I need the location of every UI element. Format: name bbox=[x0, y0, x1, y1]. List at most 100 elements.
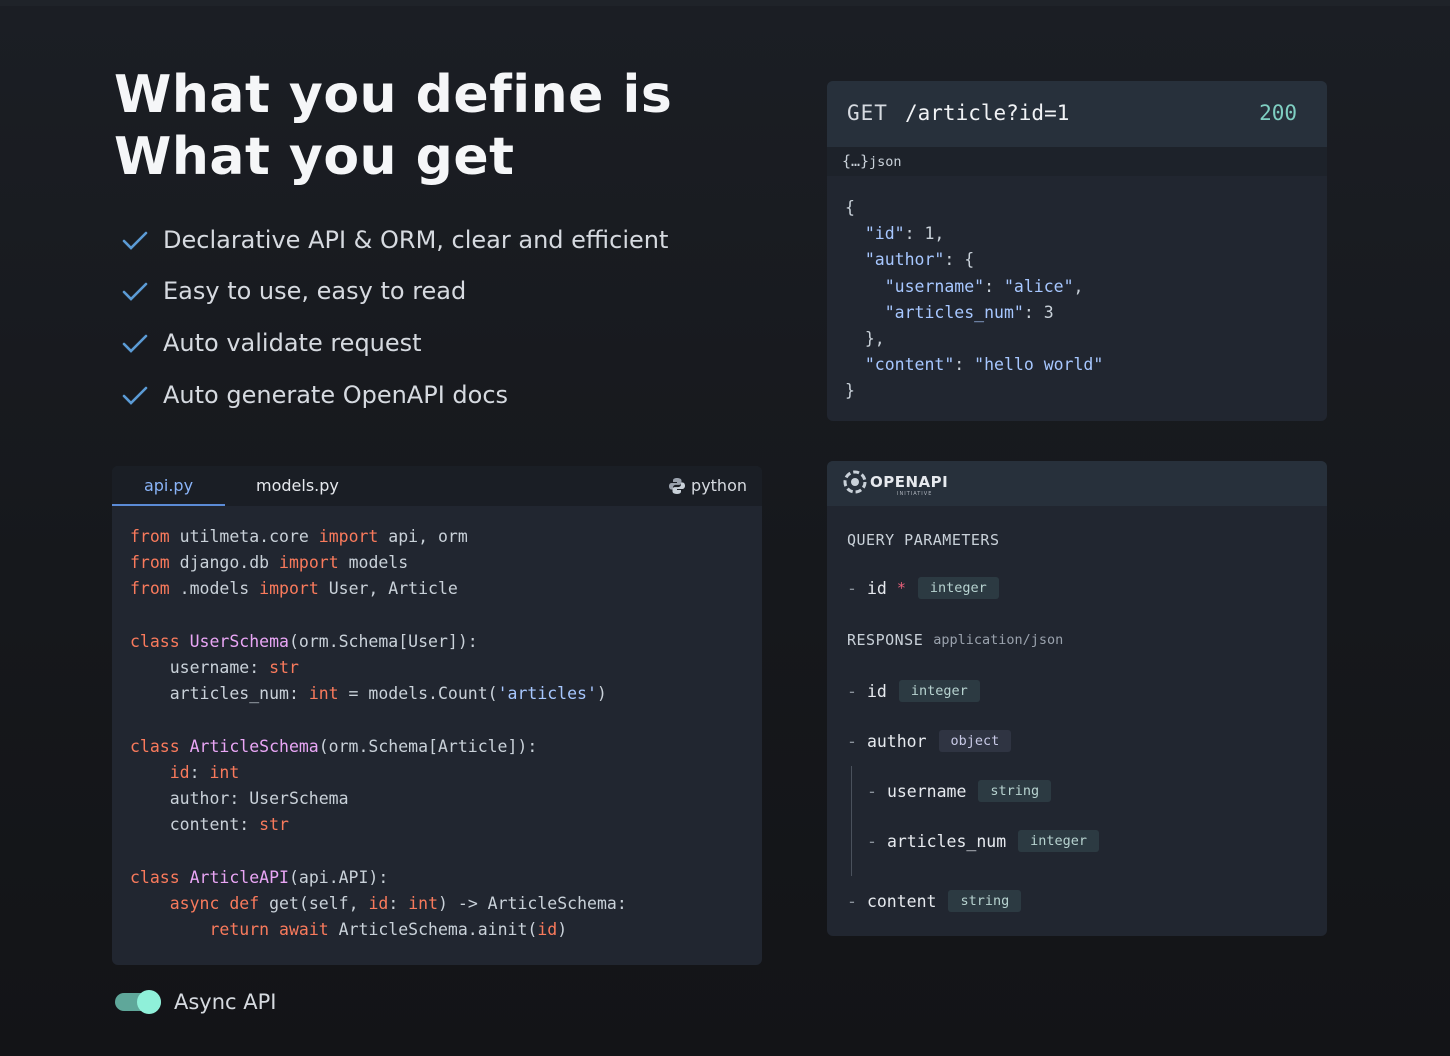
openapi-logo-icon bbox=[843, 470, 867, 494]
code-token: id bbox=[368, 893, 389, 913]
tab-models-py[interactable]: models.py bbox=[256, 466, 339, 506]
code-tab-bar: api.py models.py python bbox=[112, 466, 762, 506]
code-token: ) bbox=[596, 684, 607, 704]
type-badge: string bbox=[948, 890, 1022, 912]
type-badge: integer bbox=[898, 680, 980, 702]
field-row-username: - username string bbox=[867, 780, 1052, 802]
json-token: { bbox=[845, 198, 855, 217]
code-token: import bbox=[259, 579, 319, 599]
code-token: str bbox=[259, 815, 289, 835]
json-token: }, bbox=[864, 329, 885, 349]
code-token: from bbox=[130, 579, 170, 599]
code-token: 'articles' bbox=[497, 684, 597, 704]
code-token: ArticleSchema.ainit( bbox=[328, 920, 538, 940]
json-value: "alice" bbox=[1003, 276, 1074, 296]
dash: - bbox=[847, 891, 857, 911]
feature-item: Auto generate OpenAPI docs bbox=[122, 369, 668, 421]
dash: - bbox=[847, 578, 857, 598]
code-token: int bbox=[408, 893, 439, 913]
feature-text: Auto validate request bbox=[163, 328, 422, 357]
code-block: from utilmeta.core import api, orm from … bbox=[130, 524, 627, 943]
response-card: GET /article?id=1 200 {…} json { "id": 1… bbox=[827, 81, 1327, 421]
language-label: python bbox=[668, 466, 747, 506]
hero-title: What you define is What you get bbox=[114, 64, 672, 188]
json-token: : bbox=[954, 355, 975, 375]
tab-api-py[interactable]: api.py bbox=[112, 466, 225, 506]
required-mark: * bbox=[896, 579, 906, 597]
code-token: : bbox=[388, 893, 409, 913]
param-row-id: - id * integer bbox=[847, 577, 999, 599]
request-line: GET /article?id=1 200 bbox=[827, 81, 1327, 147]
json-braces-icon: {…} bbox=[842, 152, 870, 170]
code-token: int bbox=[308, 684, 339, 704]
feature-text: Easy to use, easy to read bbox=[163, 277, 467, 306]
openapi-card: OPENAPI INITIATIVE QUERY PARAMETERS - id… bbox=[827, 461, 1327, 936]
feature-item: Auto validate request bbox=[122, 317, 668, 369]
type-badge: object bbox=[938, 730, 1012, 752]
code-token: articles_num: bbox=[130, 684, 309, 704]
feature-text: Declarative API & ORM, clear and efficie… bbox=[163, 225, 669, 254]
json-token: : 1, bbox=[904, 224, 945, 244]
code-token: models bbox=[338, 553, 409, 573]
code-token: get(self, bbox=[259, 893, 369, 913]
type-badge: integer bbox=[917, 577, 999, 599]
code-card: api.py models.py python from utilmeta.co… bbox=[112, 466, 762, 965]
code-token: utilmeta.core bbox=[169, 527, 319, 546]
code-token: await bbox=[279, 920, 329, 940]
http-method: GET bbox=[847, 101, 888, 125]
content-type: application/json bbox=[933, 632, 1064, 648]
field-name: id bbox=[866, 681, 887, 701]
code-token: .models bbox=[169, 579, 260, 599]
feature-list: Declarative API & ORM, clear and efficie… bbox=[122, 214, 668, 420]
field-row-author: - author object bbox=[847, 730, 1012, 752]
check-icon bbox=[122, 385, 148, 405]
request-path: /article?id=1 bbox=[905, 101, 1070, 125]
json-key: "id" bbox=[864, 224, 905, 244]
openapi-logo-word: OPENAPI bbox=[870, 473, 949, 491]
language-text: python bbox=[691, 476, 747, 495]
async-api-label: Async API bbox=[174, 990, 277, 1014]
status-code: 200 bbox=[1259, 101, 1297, 125]
field-name: articles_num bbox=[886, 831, 1007, 851]
code-token: ArticleSchema bbox=[179, 736, 319, 756]
async-api-toggle[interactable] bbox=[115, 990, 163, 1014]
field-name: author bbox=[866, 731, 927, 751]
code-token: api, orm bbox=[378, 527, 468, 546]
code-token: from bbox=[130, 553, 170, 573]
code-token: content: bbox=[130, 815, 260, 835]
feature-item: Declarative API & ORM, clear and efficie… bbox=[122, 214, 668, 266]
code-token: str bbox=[269, 658, 299, 678]
code-token: (orm.Schema[User]): bbox=[288, 631, 478, 651]
code-token: (api.API): bbox=[288, 867, 389, 887]
field-row-id: - id integer bbox=[847, 680, 980, 702]
json-token: : 3 bbox=[1023, 302, 1054, 322]
python-icon bbox=[669, 478, 686, 494]
code-token: class bbox=[130, 867, 180, 887]
dash: - bbox=[847, 731, 857, 751]
json-key: "author" bbox=[864, 250, 945, 270]
code-token: username: bbox=[130, 658, 270, 678]
section-title: QUERY PARAMETERS bbox=[847, 531, 1000, 549]
code-token: class bbox=[130, 736, 180, 756]
code-token: class bbox=[130, 631, 180, 651]
code-token: int bbox=[209, 762, 240, 782]
dash: - bbox=[847, 681, 857, 701]
code-token: ) -> ArticleSchema: bbox=[438, 893, 627, 913]
query-parameters-heading: QUERY PARAMETERS bbox=[847, 531, 1000, 549]
code-token: UserSchema bbox=[179, 631, 289, 651]
code-token: import bbox=[279, 553, 339, 573]
code-token: django.db bbox=[169, 553, 280, 573]
json-token: } bbox=[845, 381, 855, 401]
code-token: async bbox=[169, 893, 220, 913]
feature-item: Easy to use, easy to read bbox=[122, 266, 668, 318]
check-icon bbox=[122, 230, 148, 250]
code-token: import bbox=[318, 527, 379, 546]
json-value: "hello world" bbox=[974, 355, 1104, 375]
json-key: "articles_num" bbox=[884, 302, 1024, 322]
format-label: json bbox=[869, 154, 902, 170]
check-icon bbox=[122, 281, 148, 302]
hero-title-line1: What you define is bbox=[114, 65, 673, 125]
nesting-line bbox=[851, 766, 852, 876]
